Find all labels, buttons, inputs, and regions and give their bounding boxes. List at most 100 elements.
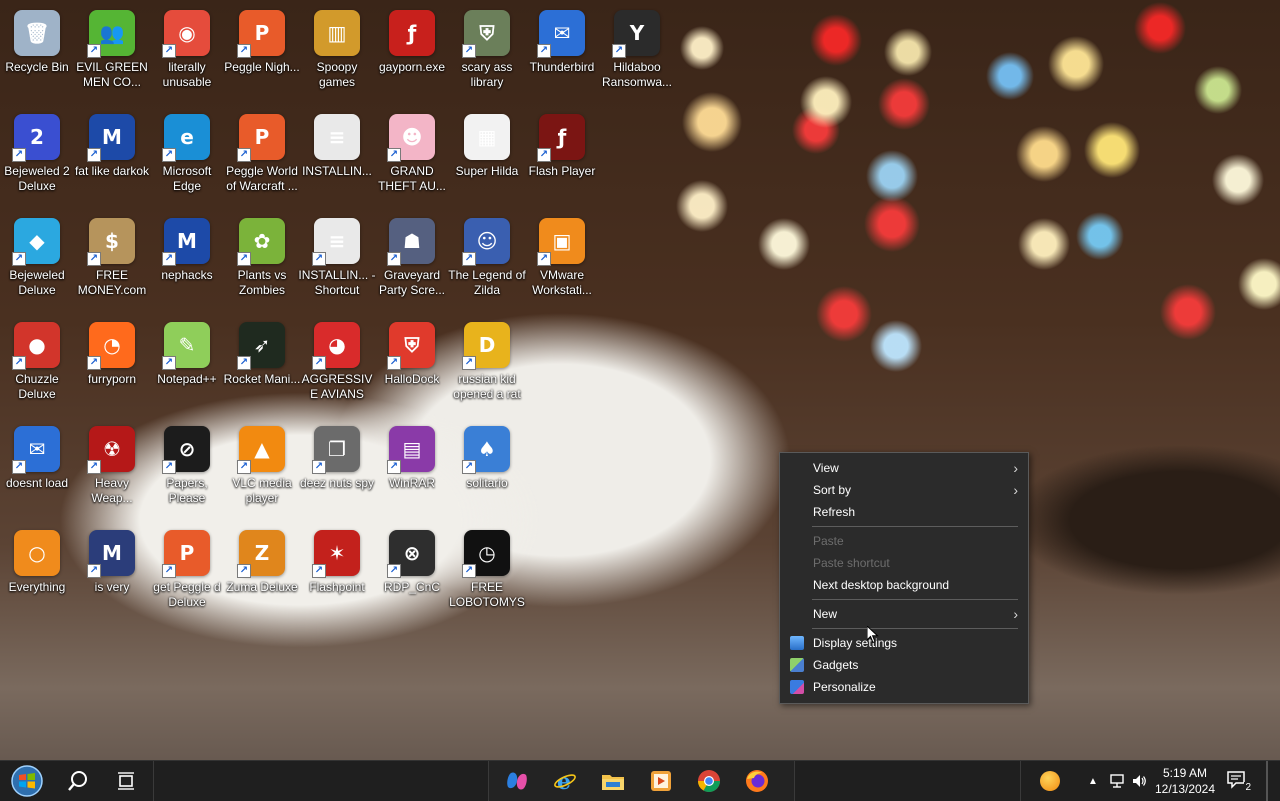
- menu-item-next-desktop-background[interactable]: Next desktop background: [780, 574, 1028, 596]
- task-view-button[interactable]: [104, 761, 148, 801]
- app-glyph-icon: P: [254, 124, 270, 149]
- desktop-icon[interactable]: ☻ ↗ GRAND THEFT AU...: [375, 108, 449, 208]
- menu-item-new[interactable]: New ›: [780, 603, 1028, 625]
- desktop-icon[interactable]: ≡ INSTALLIN...: [300, 108, 374, 208]
- desktop-icon[interactable]: M ↗ nephacks: [150, 212, 224, 312]
- desktop-icon[interactable]: ƒ gayporn.exe: [375, 4, 449, 104]
- app-icon: e ↗: [162, 114, 210, 162]
- desktop-icon[interactable]: Z ↗ Zuma Deluxe: [225, 524, 299, 624]
- shortcut-arrow-icon: ↗: [162, 44, 176, 58]
- desktop-icon[interactable]: 👥 ↗ EVIL GREEN MEN CO...: [75, 4, 149, 104]
- desktop-icon[interactable]: ▥ Spoopy games: [300, 4, 374, 104]
- menu-separator: [812, 599, 1018, 600]
- desktop-icon[interactable]: ✉ ↗ doesnt load: [0, 420, 74, 520]
- app-icon: ● ↗: [12, 322, 60, 370]
- menu-item-refresh[interactable]: Refresh: [780, 501, 1028, 523]
- shortcut-arrow-icon: ↗: [462, 356, 476, 370]
- desktop-icon[interactable]: ✉ ↗ Thunderbird: [525, 4, 599, 104]
- desktop-icon-label: Super Hilda: [455, 164, 519, 178]
- show-desktop-strip[interactable]: [1266, 761, 1268, 801]
- desktop-icon[interactable]: ⛨ ↗ HalloDock: [375, 316, 449, 416]
- desktop-icon-label: WinRAR: [388, 476, 435, 490]
- desktop-icon[interactable]: $ ↗ FREE MONEY.com: [75, 212, 149, 312]
- desktop-icon[interactable]: ▣ ↗ VMware Workstati...: [525, 212, 599, 312]
- taskbar-copilot[interactable]: [495, 761, 539, 801]
- taskbar-file-explorer[interactable]: [591, 761, 635, 801]
- desktop-icon-label: Notepad++: [157, 372, 217, 386]
- desktop-icon[interactable]: ⊘ ↗ Papers, Please: [150, 420, 224, 520]
- app-icon: M ↗: [87, 114, 135, 162]
- desktop-icon[interactable]: P ↗ Peggle Nigh...: [224, 4, 300, 104]
- desktop-icon[interactable]: ● ↗ Chuzzle Deluxe: [0, 316, 74, 416]
- desktop-icon[interactable]: ☗ ↗ Graveyard Party Scre...: [375, 212, 449, 312]
- desktop-icon[interactable]: ◷ ↗ FREE LOBOTOMYS: [449, 524, 525, 624]
- app-icon: ◕ ↗: [312, 322, 360, 370]
- desktop-icon[interactable]: ☺ ↗ The Legend of Zilda: [448, 212, 526, 312]
- shortcut-arrow-icon: ↗: [612, 44, 626, 58]
- menu-item-view[interactable]: View ›: [780, 457, 1028, 479]
- app-icon: 2 ↗: [12, 114, 60, 162]
- desktop-icon[interactable]: ✎ ↗ Notepad++: [150, 316, 224, 416]
- desktop-icon[interactable]: ƒ ↗ Flash Player: [525, 108, 599, 208]
- desktop-icon[interactable]: ✶ ↗ Flashpoint: [300, 524, 374, 624]
- desktop-icon[interactable]: ▲ ↗ VLC media player: [225, 420, 299, 520]
- desktop-icon[interactable]: e ↗ Microsoft Edge: [150, 108, 224, 208]
- app-icon: D ↗: [462, 322, 510, 370]
- taskbar-media-player[interactable]: [639, 761, 683, 801]
- desktop-icon[interactable]: ⛨ ↗ scary ass library: [450, 4, 524, 104]
- desktop-icon[interactable]: ⊗ ↗ RDP_CnC: [375, 524, 449, 624]
- menu-item-paste-shortcut[interactable]: Paste shortcut: [780, 552, 1028, 574]
- desktop-icon[interactable]: M ↗ is very: [75, 524, 149, 624]
- taskbar-internet-explorer[interactable]: e: [543, 761, 587, 801]
- start-button[interactable]: [4, 761, 50, 801]
- notification-center-button[interactable]: 2: [1226, 769, 1252, 793]
- app-icon: 👥 ↗: [87, 10, 135, 58]
- search-button[interactable]: [56, 761, 100, 801]
- menu-item-sort-by[interactable]: Sort by ›: [780, 479, 1028, 501]
- shortcut-arrow-icon: ↗: [312, 356, 326, 370]
- desktop-icon[interactable]: M ↗ fat like darkok: [75, 108, 149, 208]
- desktop-icon-label: fat like darkok: [74, 164, 150, 178]
- desktop-icon[interactable]: ◆ ↗ Bejeweled Deluxe: [0, 212, 74, 312]
- network-button[interactable]: [1107, 761, 1127, 801]
- desktop-icon-label: scary ass library: [461, 60, 513, 89]
- taskbar-chrome[interactable]: [687, 761, 731, 801]
- desktop-icon[interactable]: ♠ ↗ solitario: [450, 420, 524, 520]
- app-glyph-icon: ⛨: [404, 332, 420, 357]
- taskbar-firefox[interactable]: [735, 761, 779, 801]
- volume-button[interactable]: [1129, 761, 1149, 801]
- app-icon: Y ↗: [612, 10, 660, 58]
- desktop-icon[interactable]: Y ↗ Hildaboo Ransomwa...: [600, 4, 674, 104]
- app-glyph-icon: ƒ: [407, 20, 417, 45]
- desktop-icon[interactable]: 2 ↗ Bejeweled 2 Deluxe: [0, 108, 74, 208]
- desktop-icon[interactable]: P ↗ get Peggle d Deluxe: [150, 524, 224, 624]
- desktop-icon[interactable]: ◕ ↗ AGGRESSIVE AVIANS: [300, 316, 374, 416]
- menu-item-display-settings[interactable]: Display settings: [780, 632, 1028, 654]
- menu-item-paste[interactable]: Paste: [780, 530, 1028, 552]
- desktop-icon[interactable]: ✿ ↗ Plants vs Zombies: [225, 212, 299, 312]
- desktop-icon[interactable]: ❐ ↗ deez nuts spy: [300, 420, 374, 520]
- desktop-icon[interactable]: ▦ Super Hilda: [450, 108, 524, 208]
- desktop-icon[interactable]: ▤ ↗ WinRAR: [375, 420, 449, 520]
- desktop-icon[interactable]: ≡ ↗ INSTALLIN... - Shortcut: [298, 212, 376, 312]
- show-hidden-icons-button[interactable]: ▲: [1085, 761, 1101, 801]
- menu-item-personalize[interactable]: Personalize: [780, 676, 1028, 698]
- desktop-icon[interactable]: ☢ ↗ Heavy Weap...: [75, 420, 149, 520]
- desktop-icon-label: Hildaboo Ransomwa...: [601, 60, 673, 89]
- desktop-icon[interactable]: ○ Everything: [0, 524, 74, 624]
- taskbar-clock[interactable]: 5:19 AM 12/13/2024: [1150, 765, 1220, 797]
- desktop-icon[interactable]: ◔ ↗ furryporn: [75, 316, 149, 416]
- desktop-icon[interactable]: ◉ ↗ literally unusable: [150, 4, 224, 104]
- app-glyph-icon: ✉: [553, 20, 571, 45]
- desktop-icon[interactable]: ➶ ↗ Rocket Mani...: [224, 316, 300, 416]
- app-icon: ☢ ↗: [87, 426, 135, 474]
- shortcut-arrow-icon: ↗: [87, 356, 101, 370]
- desktop-icon[interactable]: D ↗ russian kid opened a rat: [450, 316, 524, 416]
- desktop[interactable]: 🗑 Recycle Bin 👥 ↗ EVIL GREEN MEN CO... ◉ ↗ lite…: [0, 0, 1280, 760]
- menu-item-gadgets[interactable]: Gadgets: [780, 654, 1028, 676]
- shortcut-arrow-icon: ↗: [162, 564, 176, 578]
- desktop-icon[interactable]: 🗑 Recycle Bin: [0, 4, 74, 104]
- shortcut-arrow-icon: ↗: [387, 148, 401, 162]
- tray-app[interactable]: [1035, 761, 1065, 801]
- desktop-icon[interactable]: P ↗ Peggle World of Warcraft ...: [225, 108, 299, 208]
